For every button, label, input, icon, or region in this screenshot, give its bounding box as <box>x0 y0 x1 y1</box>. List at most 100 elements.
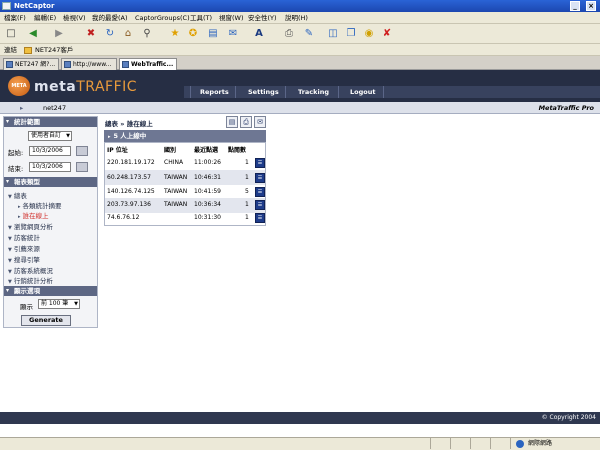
new-page-icon[interactable]: □ <box>4 27 18 41</box>
details-icon[interactable]: ☰ <box>255 173 265 183</box>
range-select[interactable]: 使用者自訂 ▼ <box>28 131 72 141</box>
tree-ecommerce[interactable]: ▼ 行銷統計分析 <box>8 275 53 285</box>
favorites-icon[interactable]: ★ <box>168 27 182 41</box>
tab-2[interactable]: http://www... <box>61 58 117 70</box>
chevron-down-icon: ▼ <box>8 279 12 285</box>
email-icon[interactable]: ✉ <box>254 116 266 128</box>
row-time: 10:41:59 <box>194 188 221 195</box>
page-icon <box>64 61 71 68</box>
status-divider <box>490 438 491 449</box>
menu-edit[interactable]: 編輯(E) <box>34 12 56 24</box>
nav-settings[interactable]: Settings <box>248 86 279 98</box>
tab-label: NET247 網?... <box>15 61 56 68</box>
calendar-icon[interactable] <box>76 146 88 156</box>
row-country: CHINA <box>164 159 184 166</box>
history-icon[interactable]: ▤ <box>206 27 220 41</box>
details-icon[interactable]: ☰ <box>255 158 265 168</box>
back-icon[interactable]: ◀ <box>26 27 40 41</box>
col-hits: 點閱數 <box>228 147 247 154</box>
close-all-icon[interactable]: ✘ <box>380 27 394 41</box>
menu-captor-groups[interactable]: CaptorGroups(C) <box>135 12 190 24</box>
details-icon[interactable]: ☰ <box>255 200 265 210</box>
links-item[interactable]: NET247客戶 <box>35 44 73 56</box>
nav-tracking[interactable]: Tracking <box>298 86 329 98</box>
menu-window[interactable]: 視窗(W) <box>219 12 244 24</box>
tree-label: 引薦來源 <box>13 245 40 253</box>
start-label: 起始: <box>8 149 24 157</box>
tree-summary[interactable]: ▸ 各類統計摘要 <box>18 200 62 210</box>
breadcrumb: 總表 » 誰在線上 <box>105 120 153 128</box>
tab-label: http://www... <box>73 61 112 68</box>
row-hits: 1 <box>245 201 249 208</box>
chevron-right-icon: ▸ <box>108 134 111 140</box>
font-size-icon[interactable]: A <box>252 27 266 41</box>
row-country: TAIWAN <box>164 188 188 195</box>
calendar-icon[interactable] <box>76 162 88 172</box>
tile-icon[interactable]: ◫ <box>326 27 340 41</box>
report-type-header[interactable]: 報表類型 <box>4 177 97 187</box>
menu-help[interactable]: 說明(H) <box>285 12 308 24</box>
tree-label: 各類統計摘要 <box>22 202 62 210</box>
details-icon[interactable]: ☰ <box>255 187 265 197</box>
menu-tools[interactable]: 工具(T) <box>190 12 212 24</box>
tree-browse[interactable]: ▼ 瀏覽網頁分析 <box>8 221 53 231</box>
stats-range-header[interactable]: 統計範圍 <box>4 117 97 127</box>
nav-reports[interactable]: Reports <box>200 86 229 98</box>
chevron-right-icon: ▸ <box>18 214 21 220</box>
menu-view[interactable]: 檢視(V) <box>63 12 86 24</box>
display-options-header[interactable]: 顯示選項 <box>4 286 97 296</box>
status-divider <box>430 438 431 449</box>
mail-icon[interactable]: ✉ <box>226 27 240 41</box>
menu-file[interactable]: 檔案(F) <box>4 12 26 24</box>
export-icon[interactable]: ▤ <box>226 116 238 128</box>
end-date-input[interactable]: 10/3/2006 <box>29 162 71 172</box>
tree-online[interactable]: ▸ 誰在線上 <box>18 210 49 220</box>
security-zone: 網際網路 <box>528 440 553 447</box>
start-date-input[interactable]: 10/3/2006 <box>29 146 71 156</box>
row-time: 11:00:26 <box>194 159 221 166</box>
tree-system[interactable]: ▼ 訪客系統概況 <box>8 265 53 275</box>
add-favorite-icon[interactable]: ✪ <box>186 27 200 41</box>
print-icon[interactable]: ⎙ <box>240 116 252 128</box>
tree-label: 瀏覽網頁分析 <box>13 223 53 231</box>
print-icon[interactable]: ⎙ <box>282 27 296 41</box>
metatraffic-logo: metaTRAFFIC <box>34 79 137 95</box>
refresh-icon[interactable]: ↻ <box>103 27 117 41</box>
nav-logout[interactable]: Logout <box>350 86 375 98</box>
edit-icon[interactable]: ✎ <box>302 27 316 41</box>
menu-favorites[interactable]: 我的最愛(A) <box>92 12 128 24</box>
close-window-button[interactable]: × <box>586 1 596 11</box>
generate-button[interactable]: Generate <box>21 315 71 326</box>
site-name: net247 <box>43 104 67 112</box>
metatraffic-logo-icon: META <box>8 76 30 96</box>
lock-icon[interactable]: ◉ <box>362 27 376 41</box>
row-country: TAIWAN <box>164 201 188 208</box>
tree-referrers[interactable]: ▼ 引薦來源 <box>8 243 40 253</box>
show-count-select[interactable]: 前 100 筆 ▼ <box>38 299 80 309</box>
forward-icon[interactable]: ▶ <box>52 27 66 41</box>
col-last-click: 最近點選 <box>194 147 219 154</box>
home-icon[interactable]: ⌂ <box>121 27 135 41</box>
chevron-down-icon: ▼ <box>8 247 12 253</box>
tree-overview[interactable]: ▼ 總表 <box>8 190 27 200</box>
tree-search[interactable]: ▼ 搜尋引擎 <box>8 254 40 264</box>
nav-separator <box>338 86 339 98</box>
tab-label: WebTraffic... <box>131 61 174 68</box>
nav-strip <box>184 86 600 98</box>
search-icon[interactable]: ⚲ <box>140 27 154 41</box>
details-icon[interactable]: ☰ <box>255 213 265 223</box>
tab-1[interactable]: NET247 網?... <box>3 58 59 70</box>
logo-accent-text: TRAFFIC <box>76 79 138 95</box>
menu-security[interactable]: 安全性(Y) <box>248 12 277 24</box>
nav-separator <box>285 86 286 98</box>
window-title: NetCaptor <box>14 2 55 10</box>
minimize-button[interactable]: _ <box>570 1 580 11</box>
cascade-icon[interactable]: ❐ <box>344 27 358 41</box>
stop-icon[interactable]: ✖ <box>84 27 98 41</box>
page-footer: © Copyright 2004 <box>0 412 600 424</box>
links-bar: 連結 NET247客戶 <box>0 44 600 56</box>
tab-3[interactable]: WebTraffic... <box>119 58 177 70</box>
tree-visitors[interactable]: ▼ 訪客統計 <box>8 232 40 242</box>
nav-separator <box>190 86 191 98</box>
globe-icon <box>516 440 524 448</box>
